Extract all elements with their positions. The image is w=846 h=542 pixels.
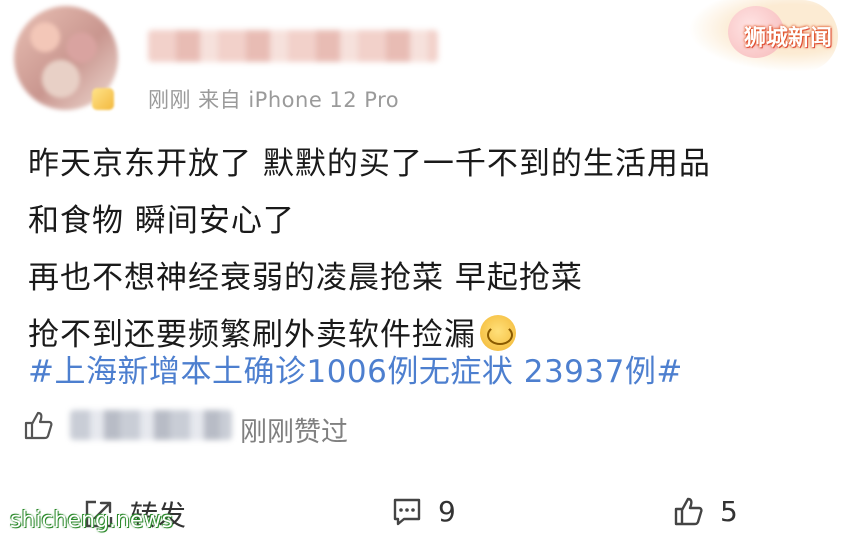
liker-names-blurred[interactable] [70,410,232,440]
watermark-top: 狮城新闻 [743,26,832,51]
comment-icon [393,498,421,526]
liked-status: 刚刚赞过 [240,417,348,448]
watermark-bottom: shicheng.news [10,508,173,533]
post-body: 昨天京东开放了 默默的买了一千不到的生活用品 和食物 瞬间安心了 再也不想神经衰… [28,136,828,364]
like-count: 5 [720,494,738,528]
post-line: 再也不想神经衰弱的凌晨抢菜 早起抢菜 [28,260,583,296]
topic-hashtag-link[interactable]: #上海新增本土确诊1006例无症状 23937例# [28,346,683,391]
comment-button[interactable]: 9 [390,494,456,528]
like-button[interactable]: 5 [672,494,738,528]
thumb-up-icon [674,497,703,526]
post-line: 昨天京东开放了 默默的买了一千不到的生活用品 [28,146,711,182]
comment-count: 9 [438,494,456,528]
post-meta: 刚刚 来自 iPhone 12 Pro [148,88,400,112]
thumb-up-icon [24,411,53,440]
vip-badge [92,88,114,110]
username-blurred[interactable] [148,30,438,62]
post-line: 和食物 瞬间安心了 [28,203,295,239]
